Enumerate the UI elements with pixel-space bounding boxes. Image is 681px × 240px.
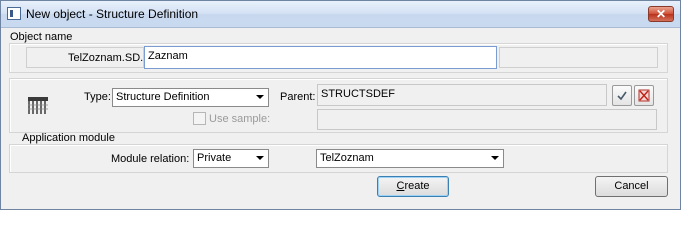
window-icon bbox=[7, 7, 21, 20]
parent-field: STRUCTSDEF bbox=[317, 84, 607, 106]
use-sample-checkbox[interactable] bbox=[193, 112, 206, 125]
definition-panel: Type: Structure Definition Parent: STRUC… bbox=[9, 78, 668, 133]
application-module-panel: Module relation: Private TelZoznam bbox=[9, 144, 668, 173]
close-button[interactable]: ✕ bbox=[648, 6, 674, 22]
use-sample-label: Use sample: bbox=[209, 113, 271, 125]
checkmark-icon bbox=[617, 91, 627, 101]
parent-label: Parent: bbox=[280, 91, 316, 103]
create-button-label: reate bbox=[404, 180, 430, 192]
chevron-down-icon bbox=[256, 95, 264, 99]
structure-definition-icon bbox=[27, 95, 51, 117]
module-relation-label: Module relation: bbox=[111, 153, 190, 165]
name-suffix-box bbox=[499, 47, 658, 68]
create-button[interactable]: Create bbox=[377, 176, 449, 197]
name-prefix-label: TelZoznam.SD. bbox=[68, 52, 144, 64]
title-bar[interactable]: New object - Structure Definition ✕ bbox=[1, 1, 680, 28]
module-relation-value: Private bbox=[197, 152, 232, 164]
type-label: Type: bbox=[84, 91, 111, 103]
module-select-value: TelZoznam bbox=[320, 152, 374, 164]
chevron-down-icon bbox=[256, 156, 264, 160]
object-name-input[interactable]: Zaznam bbox=[144, 46, 497, 69]
object-name-group-label: Object name bbox=[10, 31, 73, 43]
object-name-panel: TelZoznam.SD. Zaznam bbox=[9, 43, 668, 73]
clear-parent-button[interactable] bbox=[634, 85, 654, 106]
cancel-button[interactable]: Cancel bbox=[595, 176, 668, 197]
dialog-window: New object - Structure Definition ✕ Obje… bbox=[0, 0, 681, 210]
type-select-value: Structure Definition bbox=[116, 91, 210, 103]
module-select[interactable]: TelZoznam bbox=[316, 149, 504, 168]
module-relation-select[interactable]: Private bbox=[193, 149, 269, 168]
application-module-group-label: Application module bbox=[22, 132, 115, 144]
use-sample-input[interactable] bbox=[317, 109, 657, 130]
window-title: New object - Structure Definition bbox=[26, 7, 199, 21]
confirm-parent-button[interactable] bbox=[612, 85, 632, 106]
clear-icon bbox=[638, 89, 650, 102]
chevron-down-icon bbox=[491, 156, 499, 160]
type-select[interactable]: Structure Definition bbox=[112, 88, 269, 107]
